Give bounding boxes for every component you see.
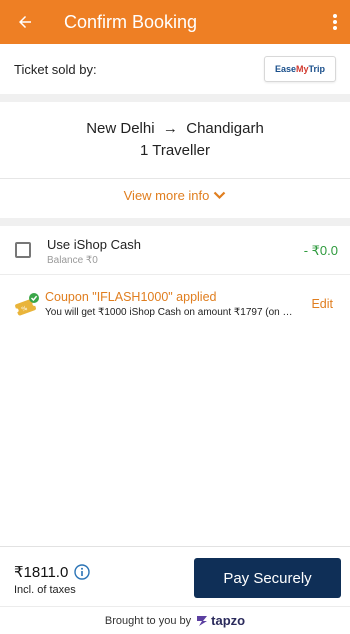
coupon-description: You will get ₹1000 iShop Cash on amount …	[45, 307, 297, 318]
tapzo-icon	[197, 615, 208, 626]
checkout-footer: ₹1811.0 Incl. of taxes Pay Securely Brou…	[0, 546, 350, 634]
arrow-left-icon	[19, 16, 31, 28]
divider	[0, 178, 350, 179]
divider	[0, 274, 350, 275]
tax-note: Incl. of taxes	[14, 584, 76, 596]
chevron-down-icon	[214, 191, 226, 200]
tapzo-logo: tapzo	[196, 613, 245, 628]
overflow-menu-button[interactable]	[320, 0, 350, 44]
edit-coupon-button[interactable]: Edit	[311, 297, 333, 311]
ishop-cash-balance: Balance ₹0	[47, 255, 98, 266]
app-bar: Confirm Booking	[0, 0, 350, 44]
ishop-cash-amount: - ₹0.0	[303, 243, 338, 258]
back-button[interactable]	[0, 0, 50, 44]
origin-city: New Delhi	[86, 120, 155, 137]
view-more-info-link[interactable]: View more info	[0, 188, 350, 203]
brought-to-you-by: Brought to you by tapzo	[104, 613, 246, 628]
divider	[0, 606, 350, 607]
page-title: Confirm Booking	[64, 11, 198, 32]
ishop-cash-row[interactable]: Use iShop Cash Balance ₹0 - ₹0.0	[0, 226, 350, 274]
info-icon[interactable]	[74, 564, 90, 580]
payment-options-panel: Use iShop Cash Balance ₹0 - ₹0.0 % Coupo…	[0, 226, 350, 546]
ishop-cash-label: Use iShop Cash	[47, 237, 141, 252]
ishop-cash-checkbox[interactable]	[15, 242, 31, 258]
coupon-title: Coupon "IFLASH1000" applied	[45, 290, 217, 304]
route-arrow: →	[162, 120, 178, 137]
destination-city: Chandigarh	[186, 120, 264, 137]
seller-row: Ticket sold by: Ease My Trip	[0, 44, 350, 94]
coupon-applied-icon: %	[14, 293, 39, 316]
total-price: ₹1811.0	[14, 564, 69, 581]
ticket-sold-by-label: Ticket sold by:	[14, 61, 97, 77]
route-cities: New Delhi → Chandigarh	[0, 120, 350, 137]
traveller-count: 1 Traveller	[139, 142, 211, 159]
coupon-row: % Coupon "IFLASH1000" applied You will g…	[0, 286, 350, 326]
pay-securely-button[interactable]: Pay Securely	[194, 558, 341, 598]
route-card: New Delhi → Chandigarh 1 Traveller View …	[0, 102, 350, 218]
easemytrip-logo: Ease My Trip	[264, 56, 336, 82]
more-vert-icon	[333, 14, 337, 30]
